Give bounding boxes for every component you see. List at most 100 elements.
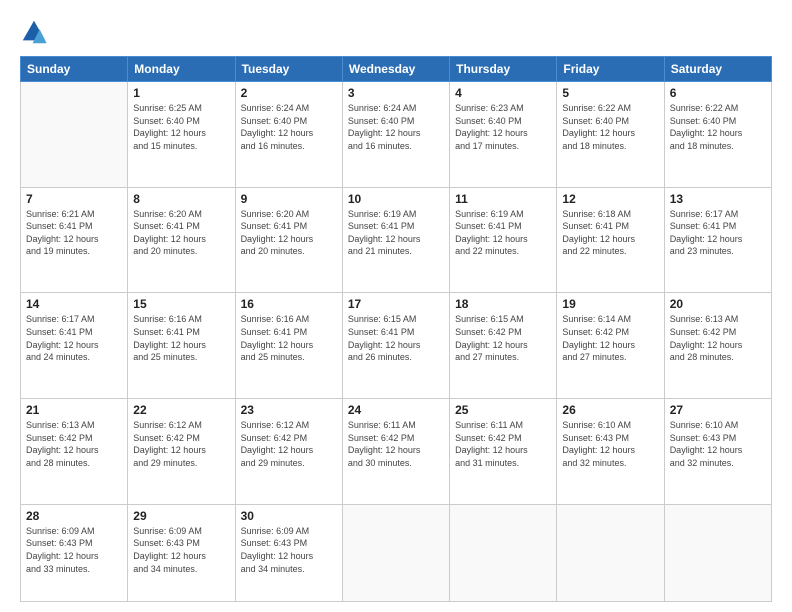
calendar-day-cell bbox=[664, 504, 771, 601]
day-detail: Sunrise: 6:09 AMSunset: 6:43 PMDaylight:… bbox=[133, 526, 206, 574]
day-detail: Sunrise: 6:25 AMSunset: 6:40 PMDaylight:… bbox=[133, 103, 206, 151]
calendar-day-cell: 26 Sunrise: 6:10 AMSunset: 6:43 PMDayligh… bbox=[557, 399, 664, 505]
day-detail: Sunrise: 6:09 AMSunset: 6:43 PMDaylight:… bbox=[241, 526, 314, 574]
day-number: 8 bbox=[133, 192, 229, 206]
day-number: 13 bbox=[670, 192, 766, 206]
calendar-day-cell bbox=[21, 82, 128, 188]
day-detail: Sunrise: 6:11 AMSunset: 6:42 PMDaylight:… bbox=[348, 420, 421, 468]
day-number: 15 bbox=[133, 297, 229, 311]
day-number: 5 bbox=[562, 86, 658, 100]
day-number: 19 bbox=[562, 297, 658, 311]
calendar-day-cell: 23 Sunrise: 6:12 AMSunset: 6:42 PMDayligh… bbox=[235, 399, 342, 505]
calendar-day-cell: 1 Sunrise: 6:25 AMSunset: 6:40 PMDaylight… bbox=[128, 82, 235, 188]
day-number: 23 bbox=[241, 403, 337, 417]
day-number: 26 bbox=[562, 403, 658, 417]
calendar-day-cell: 10 Sunrise: 6:19 AMSunset: 6:41 PMDayligh… bbox=[342, 187, 449, 293]
day-number: 17 bbox=[348, 297, 444, 311]
calendar-day-cell: 15 Sunrise: 6:16 AMSunset: 6:41 PMDayligh… bbox=[128, 293, 235, 399]
day-number: 12 bbox=[562, 192, 658, 206]
calendar-day-cell: 27Sunrise: 6:10 AMSunset: 6:43 PMDayligh… bbox=[664, 399, 771, 505]
weekday-header-wednesday: Wednesday bbox=[342, 57, 449, 82]
day-detail: Sunrise: 6:12 AMSunset: 6:42 PMDaylight:… bbox=[133, 420, 206, 468]
calendar-day-cell: 25 Sunrise: 6:11 AMSunset: 6:42 PMDayligh… bbox=[450, 399, 557, 505]
logo bbox=[20, 18, 52, 46]
day-detail: Sunrise: 6:21 AMSunset: 6:41 PMDaylight:… bbox=[26, 209, 99, 257]
weekday-header-friday: Friday bbox=[557, 57, 664, 82]
calendar-week-row: 14Sunrise: 6:17 AMSunset: 6:41 PMDayligh… bbox=[21, 293, 772, 399]
day-number: 2 bbox=[241, 86, 337, 100]
day-detail: Sunrise: 6:16 AMSunset: 6:41 PMDaylight:… bbox=[241, 314, 314, 362]
day-detail: Sunrise: 6:13 AMSunset: 6:42 PMDaylight:… bbox=[670, 314, 743, 362]
weekday-header-row: SundayMondayTuesdayWednesdayThursdayFrid… bbox=[21, 57, 772, 82]
calendar-day-cell: 12 Sunrise: 6:18 AMSunset: 6:41 PMDayligh… bbox=[557, 187, 664, 293]
day-number: 11 bbox=[455, 192, 551, 206]
day-number: 4 bbox=[455, 86, 551, 100]
calendar-day-cell: 11 Sunrise: 6:19 AMSunset: 6:41 PMDayligh… bbox=[450, 187, 557, 293]
day-number: 24 bbox=[348, 403, 444, 417]
day-number: 16 bbox=[241, 297, 337, 311]
day-number: 3 bbox=[348, 86, 444, 100]
day-detail: Sunrise: 6:24 AMSunset: 6:40 PMDaylight:… bbox=[348, 103, 421, 151]
calendar-table: SundayMondayTuesdayWednesdayThursdayFrid… bbox=[20, 56, 772, 602]
calendar-day-cell: 3 Sunrise: 6:24 AMSunset: 6:40 PMDaylight… bbox=[342, 82, 449, 188]
calendar-day-cell: 5 Sunrise: 6:22 AMSunset: 6:40 PMDaylight… bbox=[557, 82, 664, 188]
header bbox=[20, 18, 772, 46]
calendar-day-cell: 9 Sunrise: 6:20 AMSunset: 6:41 PMDaylight… bbox=[235, 187, 342, 293]
calendar-day-cell bbox=[557, 504, 664, 601]
day-number: 10 bbox=[348, 192, 444, 206]
day-detail: Sunrise: 6:22 AMSunset: 6:40 PMDaylight:… bbox=[562, 103, 635, 151]
weekday-header-sunday: Sunday bbox=[21, 57, 128, 82]
calendar-day-cell: 29 Sunrise: 6:09 AMSunset: 6:43 PMDayligh… bbox=[128, 504, 235, 601]
day-number: 25 bbox=[455, 403, 551, 417]
day-detail: Sunrise: 6:24 AMSunset: 6:40 PMDaylight:… bbox=[241, 103, 314, 151]
calendar-day-cell: 16 Sunrise: 6:16 AMSunset: 6:41 PMDayligh… bbox=[235, 293, 342, 399]
day-detail: Sunrise: 6:12 AMSunset: 6:42 PMDaylight:… bbox=[241, 420, 314, 468]
day-number: 21 bbox=[26, 403, 122, 417]
calendar-week-row: 28 Sunrise: 6:09 AMSunset: 6:43 PMDayligh… bbox=[21, 504, 772, 601]
day-number: 1 bbox=[133, 86, 229, 100]
calendar-day-cell: 6 Sunrise: 6:22 AMSunset: 6:40 PMDaylight… bbox=[664, 82, 771, 188]
calendar-day-cell: 21Sunrise: 6:13 AMSunset: 6:42 PMDayligh… bbox=[21, 399, 128, 505]
logo-icon bbox=[20, 18, 48, 46]
day-detail: Sunrise: 6:22 AMSunset: 6:40 PMDaylight:… bbox=[670, 103, 743, 151]
day-detail: Sunrise: 6:18 AMSunset: 6:41 PMDaylight:… bbox=[562, 209, 635, 257]
day-number: 7 bbox=[26, 192, 122, 206]
calendar-week-row: 1 Sunrise: 6:25 AMSunset: 6:40 PMDaylight… bbox=[21, 82, 772, 188]
day-detail: Sunrise: 6:14 AMSunset: 6:42 PMDaylight:… bbox=[562, 314, 635, 362]
day-detail: Sunrise: 6:20 AMSunset: 6:41 PMDaylight:… bbox=[241, 209, 314, 257]
day-detail: Sunrise: 6:17 AMSunset: 6:41 PMDaylight:… bbox=[670, 209, 743, 257]
calendar-day-cell: 2 Sunrise: 6:24 AMSunset: 6:40 PMDaylight… bbox=[235, 82, 342, 188]
calendar-day-cell: 20 Sunrise: 6:13 AMSunset: 6:42 PMDayligh… bbox=[664, 293, 771, 399]
day-number: 14 bbox=[26, 297, 122, 311]
weekday-header-monday: Monday bbox=[128, 57, 235, 82]
day-detail: Sunrise: 6:11 AMSunset: 6:42 PMDaylight:… bbox=[455, 420, 528, 468]
calendar-day-cell: 24 Sunrise: 6:11 AMSunset: 6:42 PMDayligh… bbox=[342, 399, 449, 505]
calendar-week-row: 21Sunrise: 6:13 AMSunset: 6:42 PMDayligh… bbox=[21, 399, 772, 505]
day-number: 20 bbox=[670, 297, 766, 311]
calendar-day-cell: 28Sunrise: 6:09 AMSunset: 6:43 PMDayligh… bbox=[21, 504, 128, 601]
calendar-day-cell: 13 Sunrise: 6:17 AMSunset: 6:41 PMDayligh… bbox=[664, 187, 771, 293]
day-detail: Sunrise: 6:15 AMSunset: 6:41 PMDaylight:… bbox=[348, 314, 421, 362]
calendar-day-cell: 17 Sunrise: 6:15 AMSunset: 6:41 PMDayligh… bbox=[342, 293, 449, 399]
calendar-day-cell: 22Sunrise: 6:12 AMSunset: 6:42 PMDayligh… bbox=[128, 399, 235, 505]
day-detail: Sunrise: 6:19 AMSunset: 6:41 PMDaylight:… bbox=[348, 209, 421, 257]
calendar-week-row: 7 Sunrise: 6:21 AMSunset: 6:41 PMDaylight… bbox=[21, 187, 772, 293]
calendar-day-cell: 30 Sunrise: 6:09 AMSunset: 6:43 PMDayligh… bbox=[235, 504, 342, 601]
day-number: 28 bbox=[26, 509, 122, 523]
calendar-day-cell: 7 Sunrise: 6:21 AMSunset: 6:41 PMDaylight… bbox=[21, 187, 128, 293]
day-number: 6 bbox=[670, 86, 766, 100]
day-number: 29 bbox=[133, 509, 229, 523]
calendar-day-cell bbox=[342, 504, 449, 601]
day-detail: Sunrise: 6:15 AMSunset: 6:42 PMDaylight:… bbox=[455, 314, 528, 362]
day-number: 9 bbox=[241, 192, 337, 206]
weekday-header-saturday: Saturday bbox=[664, 57, 771, 82]
calendar-day-cell: 4Sunrise: 6:23 AMSunset: 6:40 PMDaylight… bbox=[450, 82, 557, 188]
day-detail: Sunrise: 6:10 AMSunset: 6:43 PMDaylight:… bbox=[562, 420, 635, 468]
day-number: 30 bbox=[241, 509, 337, 523]
calendar-day-cell: 19 Sunrise: 6:14 AMSunset: 6:42 PMDayligh… bbox=[557, 293, 664, 399]
day-detail: Sunrise: 6:10 AMSunset: 6:43 PMDaylight:… bbox=[670, 420, 743, 468]
day-detail: Sunrise: 6:20 AMSunset: 6:41 PMDaylight:… bbox=[133, 209, 206, 257]
day-detail: Sunrise: 6:16 AMSunset: 6:41 PMDaylight:… bbox=[133, 314, 206, 362]
day-number: 18 bbox=[455, 297, 551, 311]
day-detail: Sunrise: 6:19 AMSunset: 6:41 PMDaylight:… bbox=[455, 209, 528, 257]
